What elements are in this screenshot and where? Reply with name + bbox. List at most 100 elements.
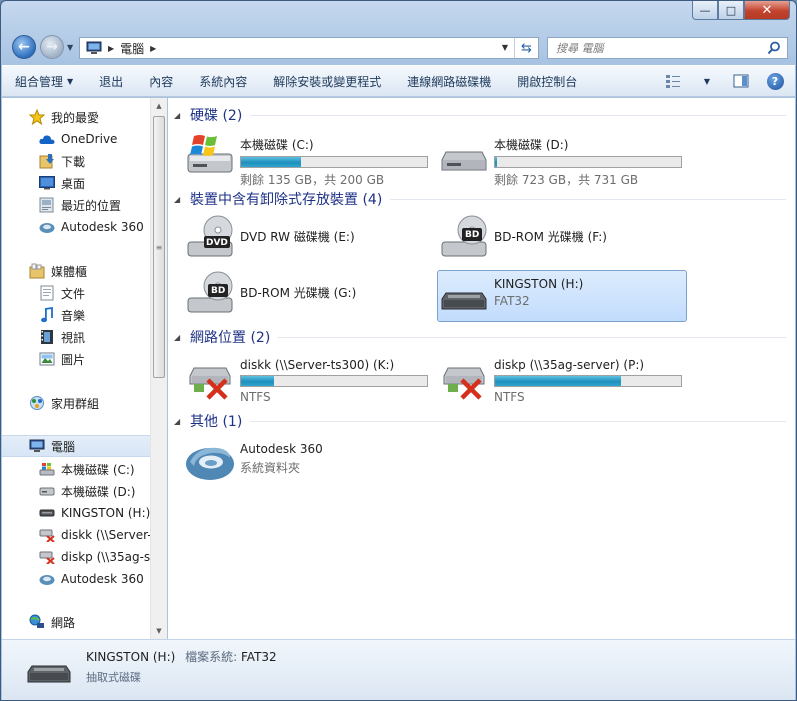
drive-tile-e[interactable]: DVD DVD RW 磁碟機 (E:) — [184, 214, 434, 266]
map-network-drive-button[interactable]: 連線網路磁碟機 — [394, 67, 504, 95]
group-header-network-locations[interactable]: ◢ 網路位置 (2) — [174, 327, 786, 347]
sidebar-item-label: 圖片 — [61, 352, 86, 367]
view-options-dropdown[interactable]: ▼ — [695, 70, 719, 92]
system-properties-button[interactable]: 系統內容 — [186, 67, 260, 95]
collapse-triangle-icon[interactable]: ◢ — [174, 417, 190, 426]
address-bar[interactable]: ▶ 電腦 ▶ ▼ ⇆ — [79, 37, 539, 59]
computer-icon — [86, 41, 102, 54]
breadcrumb-separator-icon[interactable]: ▶ — [150, 44, 156, 53]
group-title: 硬碟 (2) — [190, 108, 243, 124]
change-view-button[interactable] — [661, 70, 685, 92]
organize-label: 組合管理 — [15, 74, 64, 89]
drive-tile-k[interactable]: diskk (\\Server-ts300) (K:) NTFS — [184, 352, 434, 404]
recent-pages-dropdown[interactable]: ▼ — [67, 43, 73, 52]
sidebar-item-documents[interactable]: 文件 — [2, 282, 150, 304]
breadcrumb-computer[interactable]: 電腦 — [120, 40, 144, 57]
sidebar-item-label: 我的最愛 — [51, 110, 100, 125]
title-bar[interactable]: — □ ✕ — [1, 1, 796, 29]
drive-tile-d[interactable]: 本機磁碟 (D:) 剩餘 723 GB，共 731 GB — [438, 130, 688, 187]
documents-icon — [38, 285, 55, 301]
sidebar-item-label: 媒體櫃 — [51, 264, 88, 279]
toolbar-right-tools: ▼ ? — [661, 70, 787, 92]
sidebar-item-autodesk-360[interactable]: Autodesk 360 — [2, 568, 150, 590]
sidebar-item-computer[interactable]: 電腦 — [2, 435, 150, 457]
collapse-triangle-icon[interactable]: ◢ — [174, 111, 190, 120]
minimize-button[interactable]: — — [692, 1, 718, 20]
sidebar-item-label: 視訊 — [61, 330, 86, 345]
drive-tile-g[interactable]: BD BD-ROM 光碟機 (G:) — [184, 270, 434, 322]
dvd-badge: DVD — [206, 238, 228, 248]
sidebar-item-autodesk-360-fav[interactable]: Autodesk 360 — [2, 216, 150, 238]
sidebar-item-downloads[interactable]: 下載 — [2, 150, 150, 172]
sidebar-item-favorites[interactable]: 我的最愛 — [2, 106, 150, 128]
drive-name: KINGSTON (H:) — [494, 277, 584, 291]
back-button[interactable]: ← — [12, 35, 36, 59]
help-button[interactable]: ? — [763, 70, 787, 92]
sidebar-item-label: 本機磁碟 (D:) — [61, 484, 136, 499]
drive-usage-bar — [240, 156, 428, 168]
sidebar-item-homegroup[interactable]: 家用群組 — [2, 392, 150, 414]
collapse-triangle-icon[interactable]: ◢ — [174, 333, 190, 342]
sidebar-item-network[interactable]: 網路 — [2, 611, 150, 633]
pictures-icon — [38, 351, 55, 367]
close-button[interactable]: ✕ — [744, 1, 790, 20]
breadcrumb-separator-icon[interactable]: ▶ — [108, 44, 114, 53]
group-divider — [250, 114, 786, 116]
sidebar-item-desktop[interactable]: 桌面 — [2, 172, 150, 194]
drive-name: diskp (\\35ag-server) (P:) — [494, 358, 645, 372]
chevron-down-icon: ▼ — [703, 76, 711, 86]
uninstall-program-button[interactable]: 解除安裝或變更程式 — [260, 67, 394, 95]
scrollbar-thumb[interactable]: ≡ — [153, 116, 165, 378]
film-icon — [38, 329, 55, 345]
drive-tile-p[interactable]: diskp (\\35ag-server) (P:) NTFS — [438, 352, 688, 404]
group-title: 其他 (1) — [190, 414, 243, 430]
sidebar-item-drive-k[interactable]: diskk (\\Server-ts300) (K:) — [2, 524, 150, 546]
search-input[interactable] — [548, 38, 748, 58]
sidebar-item-label: 網路 — [51, 615, 76, 630]
sidebar-item-videos[interactable]: 視訊 — [2, 326, 150, 348]
sidebar-item-drive-d[interactable]: 本機磁碟 (D:) — [2, 480, 150, 502]
sidebar-item-recent-places[interactable]: 最近的位置 — [2, 194, 150, 216]
search-icon[interactable] — [767, 41, 781, 55]
folder-tile-autodesk-360[interactable]: Autodesk 360 系統資料夾 — [184, 436, 434, 488]
autodesk-360-icon — [184, 436, 240, 488]
properties-button[interactable]: 內容 — [136, 67, 186, 95]
address-row: ← → ▼ ▶ 電腦 ▶ ▼ ⇆ — [1, 31, 796, 63]
collapse-triangle-icon[interactable]: ◢ — [174, 195, 190, 204]
chevron-down-icon: ▼ — [67, 76, 74, 86]
drive-tile-f[interactable]: BD BD-ROM 光碟機 (F:) — [438, 214, 688, 266]
explorer-window: — □ ✕ ← → ▼ ▶ 電腦 ▶ ▼ ⇆ 搜尋 電腦 組合管理 ▼ 退出 內… — [0, 0, 797, 701]
group-header-removable[interactable]: ◢ 裝置中含有卸除式存放裝置 (4) — [174, 189, 786, 209]
group-divider — [390, 198, 786, 200]
open-control-panel-button[interactable]: 開啟控制台 — [504, 67, 590, 95]
drive-tile-h[interactable]: KINGSTON (H:) FAT32 — [437, 270, 687, 322]
preview-pane-button[interactable] — [729, 70, 753, 92]
sidebar-item-onedrive[interactable]: OneDrive — [2, 128, 150, 150]
drive-tile-c[interactable]: 本機磁碟 (C:) 剩餘 135 GB，共 200 GB — [184, 130, 434, 187]
group-header-other[interactable]: ◢ 其他 (1) — [174, 411, 786, 431]
autodesk-360-icon — [38, 219, 55, 235]
scroll-down-arrow-icon[interactable]: ▼ — [151, 623, 167, 639]
sidebar-item-label: 音樂 — [61, 308, 86, 323]
sidebar-item-drive-h[interactable]: KINGSTON (H:) — [2, 502, 150, 524]
scroll-up-arrow-icon[interactable]: ▲ — [151, 98, 167, 114]
sidebar-item-drive-p[interactable]: diskp (\\35ag-server) (P:) — [2, 546, 150, 568]
sidebar-item-label: Autodesk 360 — [61, 572, 144, 586]
group-header-hard-drives[interactable]: ◢ 硬碟 (2) — [174, 105, 786, 125]
sidebar-item-drive-c[interactable]: 本機磁碟 (C:) — [2, 458, 150, 480]
refresh-button[interactable]: ⇆ — [514, 38, 538, 58]
bd-drive-icon: BD — [438, 214, 494, 266]
drive-usage-bar — [494, 375, 682, 387]
organize-menu[interactable]: 組合管理 ▼ — [2, 67, 86, 95]
sidebar-item-libraries[interactable]: 媒體櫃 — [2, 260, 150, 282]
drive-free-space: 剩餘 723 GB，共 731 GB — [494, 173, 639, 187]
navigation-scrollbar[interactable]: ▲ ≡ ▼ — [150, 98, 167, 639]
eject-button[interactable]: 退出 — [86, 67, 136, 95]
maximize-button[interactable]: □ — [718, 1, 744, 20]
details-text: KINGSTON (H:) 檔案系統: FAT32 抽取式磁碟 — [86, 648, 277, 685]
sidebar-item-music[interactable]: 音樂 — [2, 304, 150, 326]
address-history-dropdown[interactable]: ▼ — [502, 43, 508, 52]
sidebar-item-pictures[interactable]: 圖片 — [2, 348, 150, 370]
drive-usage-fill — [495, 157, 498, 167]
forward-button[interactable]: → — [40, 35, 64, 59]
